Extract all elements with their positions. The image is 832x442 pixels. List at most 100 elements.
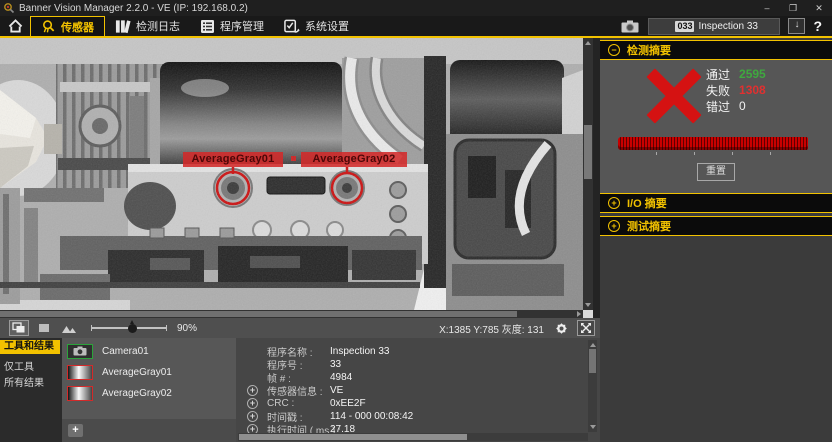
tool-row-averagegray02[interactable]: AverageGray02 [67,384,172,402]
roi-label-averagegray01[interactable]: AverageGray01 [183,152,283,167]
pass-value: 2595 [739,67,766,81]
view-mode-buttons [9,320,79,336]
results-panel: 工具和结果 仅工具 所有结果 Camera01 AverageGray01 [0,338,600,442]
io-summary-title: I/O 摘要 [627,195,667,211]
horizontal-scroll-thumb[interactable] [239,434,467,440]
reset-button[interactable]: 重置 [697,163,735,181]
camera-image-viewport[interactable]: AverageGray01 AverageGray02 [0,38,583,310]
expand-icon[interactable]: + [247,398,258,409]
missed-label: 错过 [706,98,730,115]
download-button[interactable]: ↓ [788,18,805,34]
zoom-slider[interactable] [91,320,167,336]
pass-label: 通过 [706,66,730,83]
expand-icon[interactable]: + [247,385,258,396]
title-bar: Banner Vision Manager 2.2.0 - VE (IP: 19… [0,0,832,16]
camera-image [0,38,583,310]
fullscreen-button[interactable] [577,320,595,336]
test-summary-title: 测试摘要 [627,218,671,234]
io-summary-header[interactable]: + I/O 摘要 [600,193,832,213]
inspection-selector[interactable]: 033 Inspection 33 [648,18,780,35]
window-controls: – ❐ ✕ [754,0,832,16]
fit-image-view-button[interactable] [59,320,79,336]
help-button[interactable]: ? [813,18,824,34]
tool-row-camera01[interactable]: Camera01 [67,342,149,360]
app-logo-icon [3,2,15,14]
sidebar-item-tools-and-results[interactable]: 工具和结果 [0,340,60,354]
scroll-down-icon[interactable] [585,303,591,307]
viewer-vertical-scrollbar[interactable] [583,38,593,310]
add-tool-button[interactable]: + [68,424,83,437]
scroll-up-icon[interactable] [585,41,591,45]
snapshot-button[interactable] [620,19,640,33]
info-horizontal-scrollbar[interactable] [238,433,588,441]
topbar-right-cluster: 033 Inspection 33 ↓ ? [620,16,832,36]
info-vertical-scrollbar[interactable] [588,340,597,432]
cursor-position-status: X:1385 Y:785 灰度: 131 [439,321,544,336]
zoom-slider-thumb[interactable] [128,324,137,333]
info-row-timestamp: + 时间戳 : 114 - 000 00:08:42 [236,410,576,422]
viewer-horizontal-scrollbar[interactable] [0,310,583,318]
averagegray-tool-icon [67,386,93,401]
expand-icon[interactable]: + [247,411,258,422]
panel-divider [593,38,600,318]
tab-program-management-label: 程序管理 [220,18,264,34]
expand-arrows-icon [580,322,592,334]
fail-label: 失败 [706,82,730,99]
sidebar-item-all-results[interactable]: 所有结果 [0,377,44,391]
viewer-toolbar: 90% X:1385 Y:785 灰度: 131 [0,318,600,338]
averagegray-tool-icon [67,365,93,380]
home-button[interactable] [0,16,30,36]
inspection-summary-header[interactable]: − 检测摘要 [600,40,832,60]
info-value: 4984 [330,372,352,383]
summary-stats: 通过 2595 失败 1308 错过 0 [706,68,766,112]
vertical-scroll-thumb[interactable] [584,125,592,179]
info-value: 0xEE2F [330,398,366,409]
fail-count-row: 失败 1308 [706,84,766,96]
list-document-icon [200,19,215,34]
expand-icon[interactable]: + [608,220,620,232]
books-icon [115,19,131,34]
info-row-crc: + CRC : 0xEE2F [236,397,576,409]
info-value: Inspection 33 [330,346,390,357]
inspection-name: Inspection 33 [698,21,758,32]
fail-x-icon [648,70,700,122]
info-label: 传感器信息 : [267,383,323,398]
tab-system-settings[interactable]: 系统设置 [274,16,359,36]
info-value: VE [330,385,343,396]
test-summary-header[interactable]: + 测试摘要 [600,216,832,236]
fail-value: 1308 [739,83,766,97]
scrollbar-corner [583,310,593,318]
minimize-button[interactable]: – [754,0,780,16]
scroll-right-icon[interactable] [577,311,581,317]
collapse-icon[interactable]: − [608,44,620,56]
horizontal-scroll-thumb[interactable] [0,311,517,317]
maximize-button[interactable]: ❐ [780,0,806,16]
pass-count-row: 通过 2595 [706,68,766,80]
tab-inspection-log-label: 检测日志 [136,18,180,34]
results-sidebar: 工具和结果 仅工具 所有结果 [0,338,62,442]
image-only-view-button[interactable] [34,320,54,336]
app-window: Banner Vision Manager 2.2.0 - VE (IP: 19… [0,0,832,442]
vertical-scroll-thumb[interactable] [589,349,596,373]
tab-system-settings-label: 系统设置 [305,18,349,34]
tab-program-management[interactable]: 程序管理 [190,16,274,36]
scroll-up-icon[interactable] [590,343,596,347]
result-history-strip [618,137,808,150]
home-icon [8,19,23,33]
mountains-icon [61,323,77,334]
tab-sensor[interactable]: 传感器 [30,16,105,36]
missed-count-row: 错过 0 [706,100,766,112]
expand-icon[interactable]: + [608,197,620,209]
tool-row-averagegray01[interactable]: AverageGray01 [67,363,172,381]
scroll-down-icon[interactable] [590,425,596,429]
tab-inspection-log[interactable]: 检测日志 [105,16,190,36]
gear-icon [554,321,569,336]
right-summary-panel: − 检测摘要 通过 2595 失败 1308 错过 0 [600,38,832,442]
layers-view-button[interactable] [9,320,29,336]
roi-label-averagegray02[interactable]: AverageGray02 [301,152,407,167]
close-button[interactable]: ✕ [806,0,832,16]
display-settings-button[interactable] [554,321,569,336]
inspection-number-badge: 033 [675,21,694,32]
checklist-gear-icon [284,19,300,34]
sidebar-item-tools-only[interactable]: 仅工具 [0,361,34,375]
